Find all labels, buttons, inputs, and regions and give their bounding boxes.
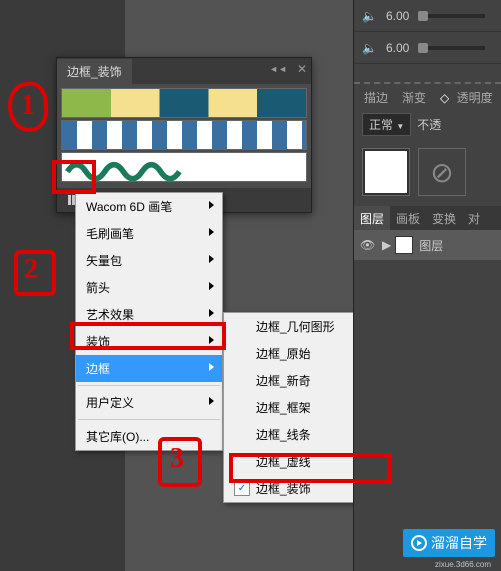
check-placeholder (234, 374, 250, 388)
speaker-icon: 🔈 (362, 9, 378, 23)
submenu-arrow-icon (209, 282, 214, 290)
brush-preset-row[interactable] (61, 120, 307, 150)
layer-name: 图层 (419, 237, 443, 254)
play-logo-icon (411, 535, 427, 551)
watermark: 溜溜自学 (403, 529, 495, 557)
submenu-arrow-icon (209, 201, 214, 209)
layers-tabs: 图层 画板 变换 对 (354, 206, 501, 230)
library-context-menu: Wacom 6D 画笔 毛刷画笔 矢量包 箭头 艺术效果 装饰 边框 用户定义 … (75, 192, 223, 451)
tab-artboard[interactable]: 画板 (390, 206, 426, 230)
check-placeholder (234, 455, 250, 469)
menu-arrow[interactable]: 箭头 (76, 274, 222, 301)
submenu-arrow-icon (209, 397, 214, 405)
menu-decor[interactable]: 装饰 (76, 328, 222, 355)
no-mask-icon[interactable]: ⊘ (418, 148, 466, 196)
blend-row: 正常 ▼ 不透 (354, 110, 501, 138)
menu-separator (78, 385, 220, 386)
check-placeholder (234, 347, 250, 361)
tab-stroke[interactable]: 描边 (360, 87, 392, 108)
submenu-arrow-icon (209, 309, 214, 317)
volume-slider[interactable] (418, 14, 485, 18)
volume-row: 🔈 6.00 (354, 32, 501, 64)
menu-border[interactable]: 边框 (76, 355, 222, 382)
brush-panel: 边框_装饰 ◄◄ ✕ ▶ (56, 57, 312, 213)
brush-list (57, 84, 311, 188)
swatch-area: ⊘ (354, 138, 501, 206)
panel-tab[interactable]: 边框_装饰 (57, 59, 132, 84)
expand-icon[interactable]: ▶ (382, 238, 391, 252)
visibility-icon[interactable]: 👁 (360, 238, 376, 252)
tab-transform[interactable]: 变换 (426, 206, 462, 230)
menu-wacom[interactable]: Wacom 6D 画笔 (76, 193, 222, 220)
check-placeholder (234, 401, 250, 415)
color-swatch[interactable] (362, 148, 410, 196)
menu-brush[interactable]: 毛刷画笔 (76, 220, 222, 247)
panel-collapse-icon[interactable]: ◄◄ (269, 64, 287, 74)
submenu-arrow-icon (209, 255, 214, 263)
tab-align[interactable]: 对 (462, 206, 486, 230)
tab-layers[interactable]: 图层 (354, 206, 390, 230)
volume-row: 🔈 6.00 (354, 0, 501, 32)
watermark-text: 溜溜自学 (431, 533, 487, 553)
menu-otherlib[interactable]: 其它库(O)... (76, 423, 222, 450)
layer-thumbnail (395, 236, 413, 254)
volume-slider[interactable] (418, 46, 485, 50)
volume-value: 6.00 (386, 41, 418, 55)
panel-header: 边框_装饰 ◄◄ ✕ (57, 58, 311, 84)
menu-separator (78, 419, 220, 420)
layer-row[interactable]: 👁 ▶ 图层 (354, 230, 501, 260)
appearance-tabs: 描边 渐变 ◇ 透明度 (354, 84, 501, 110)
check-placeholder (234, 428, 250, 442)
checkmark-icon: ✓ (234, 482, 250, 496)
right-panel: 🔈 6.00 🔈 6.00 描边 渐变 ◇ 透明度 正常 ▼ 不透 ⊘ 图层 画… (353, 0, 501, 571)
menu-art[interactable]: 艺术效果 (76, 301, 222, 328)
blend-mode-select[interactable]: 正常 ▼ (362, 113, 411, 136)
submenu-arrow-icon (209, 363, 214, 371)
check-placeholder (234, 320, 250, 334)
close-icon[interactable]: ✕ (297, 62, 307, 76)
tab-gradient[interactable]: 渐变 (398, 87, 430, 108)
menu-userdef[interactable]: 用户定义 (76, 389, 222, 416)
menu-vector[interactable]: 矢量包 (76, 247, 222, 274)
tab-opacity[interactable]: ◇ 透明度 (436, 87, 501, 108)
watermark-url: zixue.3d66.com (435, 560, 491, 569)
panel-separator (354, 64, 501, 84)
opacity-label: 不透 (417, 116, 441, 133)
submenu-arrow-icon (209, 228, 214, 236)
volume-value: 6.00 (386, 9, 418, 23)
submenu-arrow-icon (209, 336, 214, 344)
brush-preset-row[interactable] (61, 152, 307, 182)
speaker-icon: 🔈 (362, 41, 378, 55)
brush-preset-row[interactable] (61, 88, 307, 118)
